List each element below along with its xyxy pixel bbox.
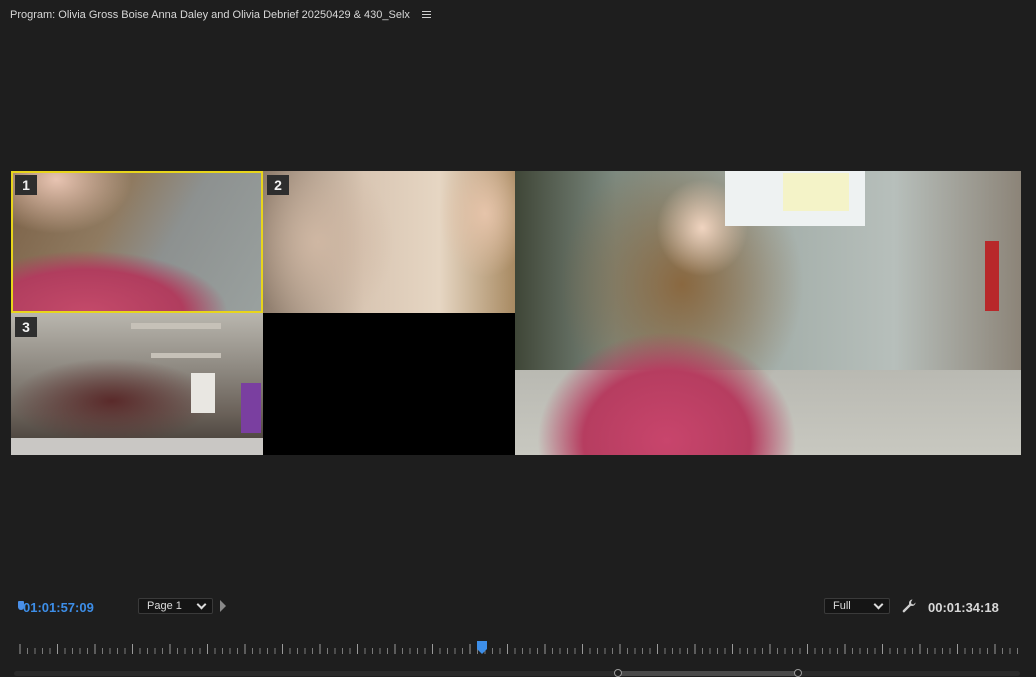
ruler-ticks: [19, 644, 1018, 654]
multicam-viewer: 1 2 3: [11, 171, 1021, 455]
playhead-timecode[interactable]: 01:01:57:09: [23, 600, 94, 615]
playback-resolution-select[interactable]: Full: [824, 598, 890, 614]
empty-angle-slot: [263, 313, 515, 455]
duration-timecode: 00:01:34:18: [928, 600, 999, 615]
panel-title: Program: Olivia Gross Boise Anna Daley a…: [10, 9, 410, 21]
page-select-value: Page 1: [147, 600, 182, 612]
playhead-handle[interactable]: [476, 641, 488, 654]
background-sign: [783, 173, 849, 211]
camera-number-label: 2: [267, 175, 289, 195]
panel-header: Program: Olivia Gross Boise Anna Daley a…: [0, 0, 1036, 30]
selected-angle-frame: [11, 171, 263, 313]
camera-angle-2[interactable]: 2: [263, 171, 515, 313]
time-ruler[interactable]: [16, 640, 1020, 660]
chevron-down-icon: [196, 599, 207, 610]
zoom-scroll-track: [14, 671, 1020, 676]
camera-number-label: 1: [15, 175, 37, 195]
camera-angle-3[interactable]: 3: [11, 313, 263, 455]
camera-number-label: 3: [15, 317, 37, 337]
transport-controls: 01:01:57:09 Page 1 Full 00:01:34:18: [0, 592, 1036, 622]
background-red-object: [985, 241, 999, 311]
resolution-select-value: Full: [833, 600, 851, 612]
page-select[interactable]: Page 1: [138, 598, 213, 614]
program-monitor-image[interactable]: [515, 171, 1021, 455]
camera-angle-1[interactable]: 1: [11, 171, 263, 313]
next-page-arrow-icon[interactable]: [220, 600, 226, 612]
hamburger-menu-icon[interactable]: [421, 11, 432, 19]
wrench-icon[interactable]: [901, 598, 917, 614]
zoom-scroll-bar[interactable]: [618, 671, 798, 676]
chevron-down-icon: [873, 599, 884, 610]
